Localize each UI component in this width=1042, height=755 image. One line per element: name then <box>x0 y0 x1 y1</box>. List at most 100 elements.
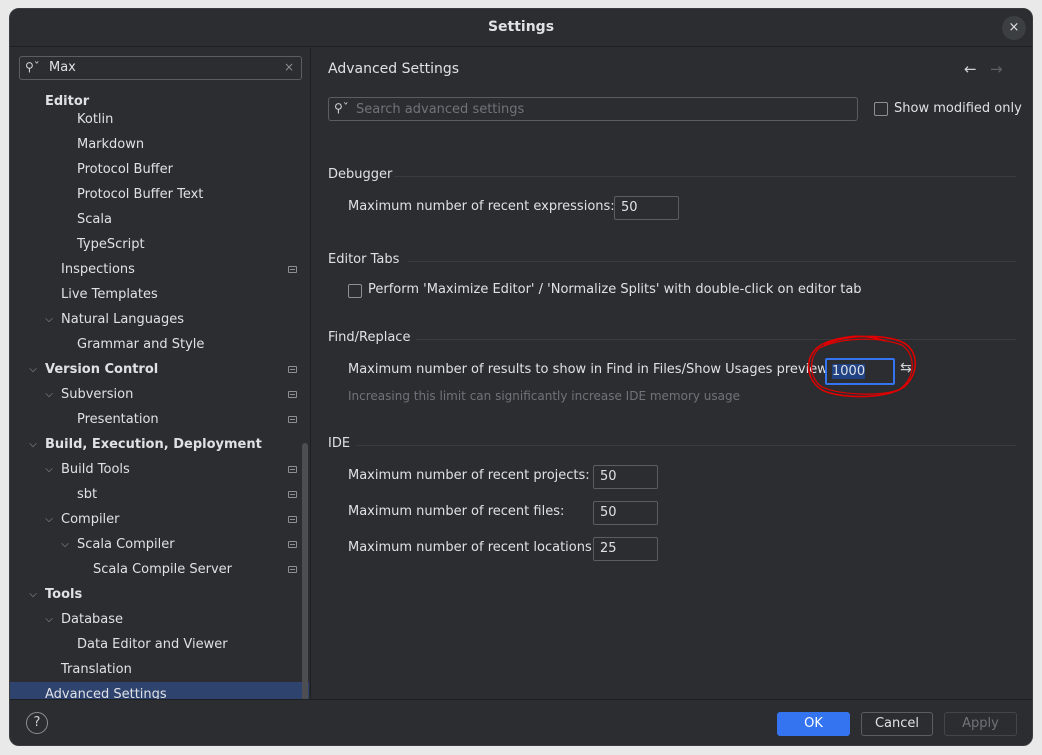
sidebar-item-label: Presentation <box>77 412 159 427</box>
recent-expressions-label: Maximum number of recent expressions: <box>348 199 615 214</box>
sidebar-item-presentation[interactable]: Presentation <box>10 407 308 432</box>
advanced-search-input[interactable] <box>356 100 846 118</box>
chevron-down-icon[interactable]: ⌵ <box>43 607 55 632</box>
modified-indicator-icon <box>288 566 297 573</box>
advanced-settings-panel: Advanced Settings ← → ⚲ˇ Show modified o… <box>312 48 1032 699</box>
forward-arrow-icon[interactable]: → <box>990 60 1003 78</box>
chevron-down-icon[interactable]: ⌵ <box>43 507 55 532</box>
sidebar-item-sbt[interactable]: sbt <box>10 482 308 507</box>
sidebar-item-label: Live Templates <box>61 287 158 302</box>
search-icon: ⚲ˇ <box>25 60 40 74</box>
modified-indicator-icon <box>288 366 297 373</box>
show-modified-checkbox[interactable] <box>874 102 888 116</box>
dialog-title: Settings <box>487 19 555 35</box>
recent-locations-label: Maximum number of recent locations: <box>348 540 597 555</box>
modified-indicator-icon <box>288 266 297 273</box>
modified-indicator-icon <box>288 416 297 423</box>
settings-sidebar: ⚲ˇ Max × Editor Kotlin Markdown Protocol Bu… <box>10 48 311 699</box>
ok-button[interactable]: OK <box>777 712 850 736</box>
sidebar-item-scala-compile-server[interactable]: Scala Compile Server <box>10 557 308 582</box>
section-separator <box>408 261 1016 262</box>
chevron-down-icon[interactable]: ⌵ <box>59 532 71 557</box>
settings-tree: Editor Kotlin Markdown Protocol Buffer Proto… <box>10 93 310 699</box>
sidebar-item-label: Database <box>61 612 124 627</box>
section-editor-tabs: Editor Tabs <box>328 252 400 267</box>
sidebar-item-typescript[interactable]: TypeScript <box>10 232 308 257</box>
maximize-editor-checkbox[interactable] <box>348 284 362 298</box>
sidebar-item-compiler[interactable]: ⌵ Compiler <box>10 507 308 532</box>
chevron-down-icon[interactable]: ⌵ <box>43 307 55 332</box>
sidebar-search-field[interactable]: ⚲ˇ Max × <box>19 56 302 80</box>
recent-locations-field[interactable]: 25 <box>593 537 658 561</box>
modified-indicator-icon <box>288 541 297 548</box>
max-results-label: Maximum number of results to show in Fin… <box>348 362 832 377</box>
sidebar-item-label: Grammar and Style <box>77 337 205 352</box>
sidebar-item-label: Scala Compiler <box>77 537 175 552</box>
title-bar: Settings × <box>10 9 1032 47</box>
close-button[interactable]: × <box>1002 16 1026 40</box>
sidebar-item-label: Scala <box>77 212 112 227</box>
recent-projects-field[interactable]: 50 <box>593 465 658 489</box>
help-button[interactable]: ? <box>26 712 48 734</box>
sidebar-scrollbar[interactable] <box>302 443 308 699</box>
advanced-settings-search[interactable]: ⚲ˇ <box>328 97 858 121</box>
sidebar-item-inspections[interactable]: Inspections <box>10 257 308 282</box>
sidebar-item-version-control[interactable]: ⌵ Version Control <box>10 357 308 382</box>
section-separator <box>394 176 1016 177</box>
sidebar-item-tools[interactable]: ⌵ Tools <box>10 582 308 607</box>
sidebar-item-build-tools[interactable]: ⌵ Build Tools <box>10 457 308 482</box>
show-modified-label[interactable]: Show modified only <box>894 101 1022 116</box>
sidebar-item-protocol-buffer[interactable]: Protocol Buffer <box>10 157 308 182</box>
chevron-down-icon[interactable]: ⌵ <box>27 582 39 607</box>
sidebar-item-live-templates[interactable]: Live Templates <box>10 282 308 307</box>
sidebar-item-label: TypeScript <box>77 237 145 252</box>
sidebar-item-database[interactable]: ⌵ Database <box>10 607 308 632</box>
sidebar-search-value[interactable]: Max <box>49 60 76 75</box>
sidebar-item-label: Editor <box>45 94 90 109</box>
sidebar-item-natural-languages[interactable]: ⌵ Natural Languages <box>10 307 308 332</box>
sidebar-item-label: sbt <box>77 487 98 502</box>
chevron-down-icon[interactable]: ⌵ <box>27 357 39 382</box>
cancel-button[interactable]: Cancel <box>861 712 933 736</box>
section-separator <box>356 445 1016 446</box>
sidebar-item-protocol-buffer-text[interactable]: Protocol Buffer Text <box>10 182 308 207</box>
chevron-down-icon[interactable]: ⌵ <box>27 432 39 457</box>
sidebar-item-label: Subversion <box>61 387 134 402</box>
dialog-footer: ? OK Cancel Apply <box>10 699 1032 745</box>
sidebar-item-markdown[interactable]: Markdown <box>10 132 308 157</box>
settings-dialog: Settings × ⚲ˇ Max × Editor Kotlin Markdown… <box>9 8 1033 746</box>
section-separator <box>416 339 1016 340</box>
sidebar-item-label: Natural Languages <box>61 312 185 327</box>
sidebar-item-scala-compiler[interactable]: ⌵ Scala Compiler <box>10 532 308 557</box>
sidebar-item-advanced-settings[interactable]: Advanced Settings <box>10 682 309 699</box>
sidebar-item-label: Advanced Settings <box>45 687 167 699</box>
chevron-down-icon[interactable]: ⌵ <box>43 457 55 482</box>
recent-files-field[interactable]: 50 <box>593 501 658 525</box>
modified-indicator-icon <box>288 491 297 498</box>
sidebar-item-label: Version Control <box>45 362 159 377</box>
sidebar-item-build-execution-deployment[interactable]: ⌵ Build, Execution, Deployment <box>10 432 308 457</box>
recent-expressions-field[interactable]: 50 <box>614 196 679 220</box>
back-arrow-icon[interactable]: ← <box>964 60 977 78</box>
chevron-down-icon[interactable]: ⌵ <box>43 382 55 407</box>
sidebar-item-grammar-and-style[interactable]: Grammar and Style <box>10 332 308 357</box>
apply-button[interactable]: Apply <box>944 712 1017 736</box>
sidebar-item-data-editor-and-viewer[interactable]: Data Editor and Viewer <box>10 632 308 657</box>
sidebar-item-label: Inspections <box>61 262 135 277</box>
section-debugger: Debugger <box>328 167 393 182</box>
clear-search-icon[interactable]: × <box>284 60 294 74</box>
modified-indicator-icon <box>288 391 297 398</box>
sidebar-item-label: Scala Compile Server <box>93 562 233 577</box>
sidebar-item-subversion[interactable]: ⌵ Subversion <box>10 382 308 407</box>
recent-projects-label: Maximum number of recent projects: <box>348 468 590 483</box>
recent-files-label: Maximum number of recent files: <box>348 504 565 519</box>
maximize-editor-label[interactable]: Perform 'Maximize Editor' / 'Normalize S… <box>368 282 862 297</box>
sidebar-item-label: Data Editor and Viewer <box>77 637 228 652</box>
modified-indicator-icon <box>288 516 297 523</box>
sidebar-item-scala[interactable]: Scala <box>10 207 308 232</box>
section-ide: IDE <box>328 436 351 451</box>
sidebar-item-translation[interactable]: Translation <box>10 657 308 682</box>
sidebar-item-label: Protocol Buffer Text <box>77 187 204 202</box>
page-title: Advanced Settings <box>328 61 460 77</box>
sidebar-item-editor[interactable]: Editor <box>10 93 308 112</box>
